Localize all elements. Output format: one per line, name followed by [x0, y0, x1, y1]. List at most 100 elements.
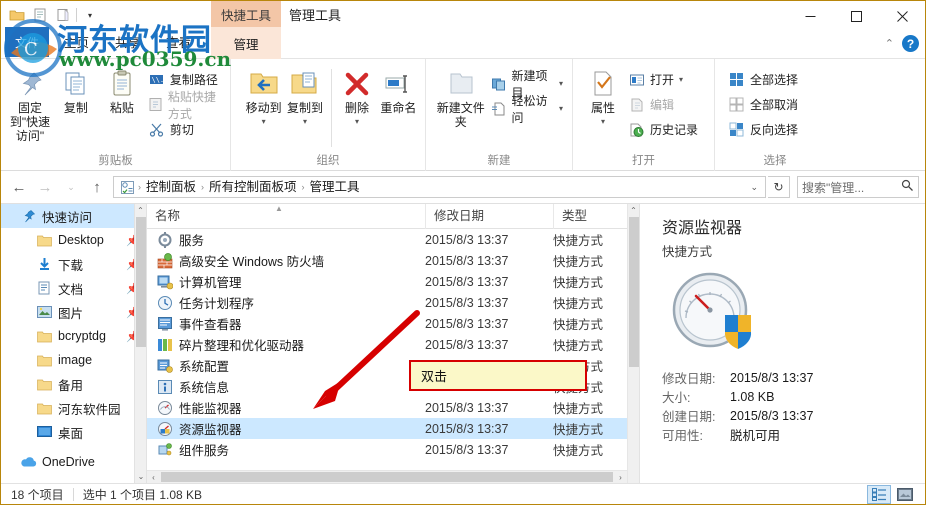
history-button[interactable]: 历史记录 [625, 119, 701, 140]
search-input[interactable]: 搜索"管理... [802, 179, 901, 196]
ribbon-collapse-chevron-icon[interactable]: ⌃ [885, 37, 894, 50]
sidebar-item-image[interactable]: image [1, 348, 146, 372]
table-row[interactable]: 计算机管理 2015/8/3 13:37 快捷方式 [147, 271, 639, 292]
sidebar-item-desktop[interactable]: 桌面 [1, 420, 146, 444]
close-button[interactable] [879, 1, 925, 31]
column-headers: 名称 修改日期 类型 ▲ [147, 204, 639, 229]
table-row[interactable]: 性能监视器 2015/8/3 13:37 快捷方式 [147, 397, 639, 418]
edit-button[interactable]: 编辑 [625, 94, 701, 115]
copy-to-button[interactable]: 复制到 ▾ [284, 63, 325, 129]
ribbon-group-clipboard-label: 剪贴板 [98, 155, 133, 167]
hscroll-right-icon[interactable]: › [614, 471, 627, 484]
minimize-button[interactable] [787, 1, 833, 31]
sidebar-item-backup[interactable]: 备用 [1, 372, 146, 396]
paste-button[interactable]: 粘贴 [99, 63, 145, 115]
hscroll-thumb[interactable] [161, 472, 613, 482]
file-type-cell: 快捷方式 [553, 444, 604, 458]
sidebar-scroll-down-icon[interactable]: ⌄ [135, 470, 146, 483]
breadcrumb-dropdown-icon[interactable]: ⌄ [745, 182, 763, 193]
control-panel-icon [118, 180, 137, 195]
invert-selection-button[interactable]: 反向选择 [725, 119, 801, 140]
paste-shortcut-button[interactable]: 粘贴快捷方式 [145, 90, 224, 121]
sidebar-item-label: 桌面 [58, 426, 84, 441]
select-none-button[interactable]: 全部取消 [725, 94, 801, 115]
sidebar-item-bcryptdg[interactable]: bcryptdg 📌 [1, 324, 146, 348]
sidebar-item-desktop-folder[interactable]: Desktop 📌 [1, 228, 146, 252]
move-to-caret-icon[interactable]: ▾ [262, 115, 266, 129]
search-box[interactable]: 搜索"管理... [797, 176, 919, 198]
copy-to-caret-icon[interactable]: ▾ [303, 115, 307, 129]
sidebar-item-quick-access[interactable]: 快速访问 [1, 204, 146, 228]
file-list-scroll-up-icon[interactable]: ⌃ [628, 204, 639, 217]
tab-file[interactable]: 文件 [5, 27, 49, 57]
properties-button[interactable]: 属性 ▾ [581, 63, 625, 129]
hscroll-left-icon[interactable]: ‹ [147, 471, 160, 484]
new-item-caret-icon[interactable]: ▾ [559, 79, 563, 88]
cut-button[interactable]: 剪切 [145, 119, 224, 140]
sidebar-item-documents[interactable]: 文档 📌 [1, 276, 146, 300]
breadcrumb-item-control-panel[interactable]: 控制面板 [142, 178, 200, 197]
file-name-cell: 任务计划程序 [147, 293, 425, 312]
rename-button[interactable]: 重命名 [378, 63, 419, 115]
file-list-vertical-scrollbar[interactable]: ⌃ [627, 204, 639, 483]
svg-text:\\..: \\.. [151, 76, 164, 84]
sidebar-item-pictures[interactable]: 图片 📌 [1, 300, 146, 324]
new-folder-button[interactable]: 新建文件夹 [434, 63, 488, 129]
table-row[interactable]: 服务 2015/8/3 13:37 快捷方式 [147, 229, 639, 250]
properties-qat-icon[interactable] [30, 5, 50, 25]
delete-caret-icon[interactable]: ▾ [355, 115, 359, 129]
breadcrumb[interactable]: › 控制面板 › 所有控制面板项 › 管理工具 ⌄ [113, 176, 766, 198]
delete-button[interactable]: 删除 ▾ [336, 63, 377, 129]
sidebar-scrollbar[interactable]: ⌃ ⌄ [134, 204, 146, 483]
sidebar-item-downloads[interactable]: 下载 📌 [1, 252, 146, 276]
tab-manage[interactable]: 管理 [211, 27, 281, 59]
move-to-button[interactable]: 移动到 ▾ [243, 63, 284, 129]
search-icon[interactable] [901, 179, 914, 195]
large-icons-view-icon[interactable] [893, 485, 917, 504]
file-list-scroll-thumb[interactable] [629, 217, 639, 367]
up-button[interactable]: ↑ [85, 175, 109, 199]
refresh-button[interactable]: ↻ [768, 176, 790, 198]
help-icon[interactable]: ? [902, 35, 919, 52]
column-header-date[interactable]: 修改日期 [425, 204, 553, 229]
sidebar-item-hedong[interactable]: 河东软件园 [1, 396, 146, 420]
open-caret-icon[interactable]: ▾ [679, 75, 683, 84]
table-row[interactable]: 任务计划程序 2015/8/3 13:37 快捷方式 [147, 292, 639, 313]
file-list-horizontal-scrollbar[interactable]: ‹ › [147, 470, 627, 483]
copy-button[interactable]: 复制 [53, 63, 99, 115]
breadcrumb-item-all-items[interactable]: 所有控制面板项 [205, 178, 301, 197]
sidebar-item-onedrive[interactable]: OneDrive [1, 450, 146, 474]
copy-path-label: 复制路径 [169, 73, 218, 87]
pin-to-quick-access-button[interactable]: 固定到"快速访问" [7, 63, 53, 143]
details-title: 资源监视器 [662, 220, 743, 237]
table-row[interactable]: 事件查看器 2015/8/3 13:37 快捷方式 [147, 313, 639, 334]
column-header-type[interactable]: 类型 [553, 204, 633, 229]
back-button[interactable]: ← [7, 175, 31, 199]
tab-view[interactable]: 查看 [153, 27, 204, 57]
tab-home[interactable]: 主页 [51, 27, 102, 57]
table-row[interactable]: 组件服务 2015/8/3 13:37 快捷方式 [147, 439, 639, 460]
details-properties: 修改日期: 2015/8/3 13:37 大小: 1.08 KB 创建日期: 2… [662, 368, 911, 444]
recent-locations-button[interactable]: ⌄ [59, 175, 83, 199]
details-row-created: 创建日期: 2015/8/3 13:37 [662, 406, 911, 425]
breadcrumb-item-admin-tools[interactable]: 管理工具 [306, 178, 364, 197]
forward-button[interactable]: → [33, 175, 57, 199]
properties-caret-icon[interactable]: ▾ [601, 115, 605, 129]
table-row[interactable]: 高级安全 Windows 防火墙 2015/8/3 13:37 快捷方式 [147, 250, 639, 271]
easy-access-caret-icon[interactable]: ▾ [559, 104, 563, 113]
easy-access-button[interactable]: 轻松访问 ▾ [488, 94, 566, 125]
select-all-button[interactable]: 全部选择 [725, 69, 801, 90]
event-viewer-icon [157, 316, 173, 332]
new-folder-qat-icon[interactable] [53, 5, 73, 25]
table-row[interactable]: 资源监视器 2015/8/3 13:37 快捷方式 [147, 418, 639, 439]
column-header-name[interactable]: 名称 [147, 204, 425, 229]
table-row[interactable]: 碎片整理和优化驱动器 2015/8/3 13:37 快捷方式 [147, 334, 639, 355]
sidebar-scroll-thumb[interactable] [136, 217, 146, 347]
open-button[interactable]: 打开 ▾ [625, 69, 701, 90]
tab-share[interactable]: 共享 [102, 27, 153, 57]
qat-customize-chevron-icon[interactable]: ▾ [80, 5, 100, 25]
maximize-button[interactable] [833, 1, 879, 31]
ribbon-right-controls: ⌃ ? [885, 35, 919, 52]
details-view-icon[interactable] [867, 485, 891, 504]
sidebar-scroll-up-icon[interactable]: ⌃ [135, 204, 146, 217]
